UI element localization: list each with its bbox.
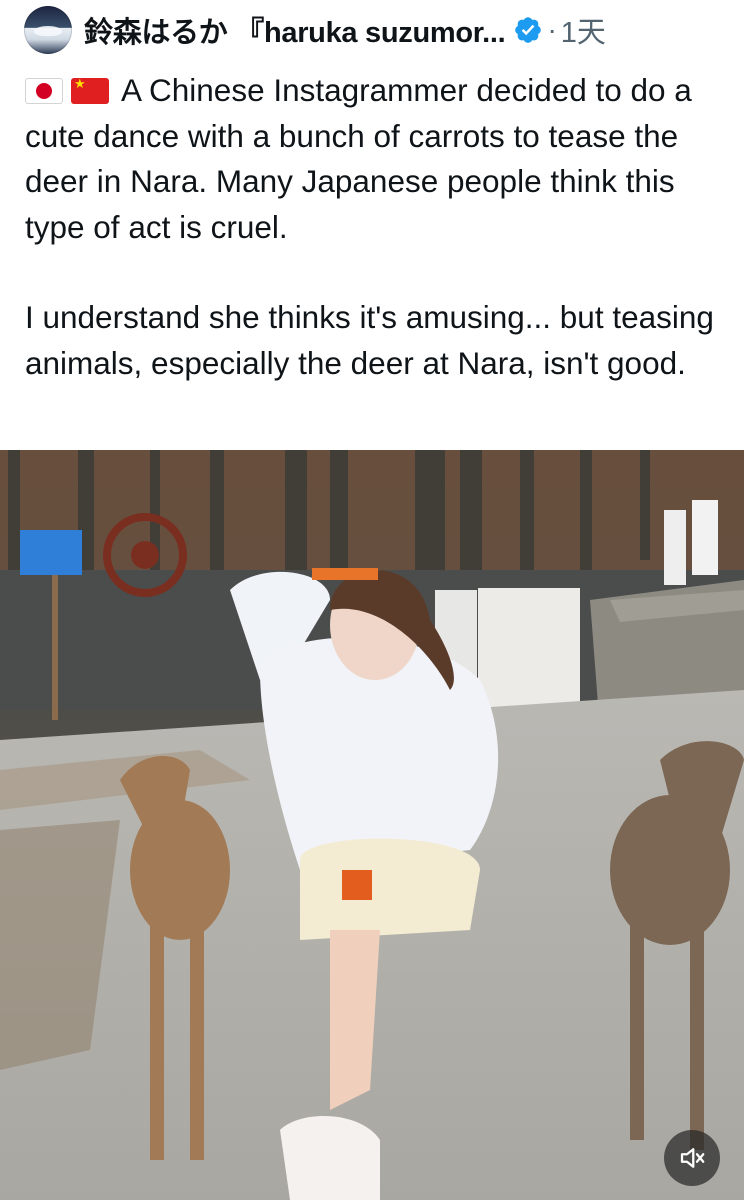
post-timestamp[interactable]: 1天: [561, 9, 606, 51]
speaker-muted-icon: [680, 1148, 705, 1168]
post-text: A Chinese Instagrammer decided to do a c…: [25, 68, 725, 386]
paragraph-1-text: A Chinese Instagrammer decided to do a c…: [25, 72, 692, 245]
japan-flag-icon: [25, 78, 63, 104]
post-video[interactable]: [0, 450, 744, 1200]
separator-dot: ·: [547, 14, 557, 45]
author-display-name[interactable]: 鈴森はるか 『haruka suzumor...: [84, 9, 505, 51]
video-frame: [0, 450, 744, 1200]
post-header: 鈴森はるか 『haruka suzumor... · 1天: [0, 0, 744, 60]
post-paragraph-1: A Chinese Instagrammer decided to do a c…: [25, 68, 725, 250]
profile-avatar[interactable]: [24, 6, 72, 54]
mute-button[interactable]: [664, 1130, 720, 1186]
author-line: 鈴森はるか 『haruka suzumor... · 1天: [84, 8, 714, 52]
china-flag-icon: [71, 76, 109, 104]
post-paragraph-2: I understand she thinks it's amusing... …: [25, 299, 714, 381]
verified-badge-icon: [515, 17, 542, 43]
